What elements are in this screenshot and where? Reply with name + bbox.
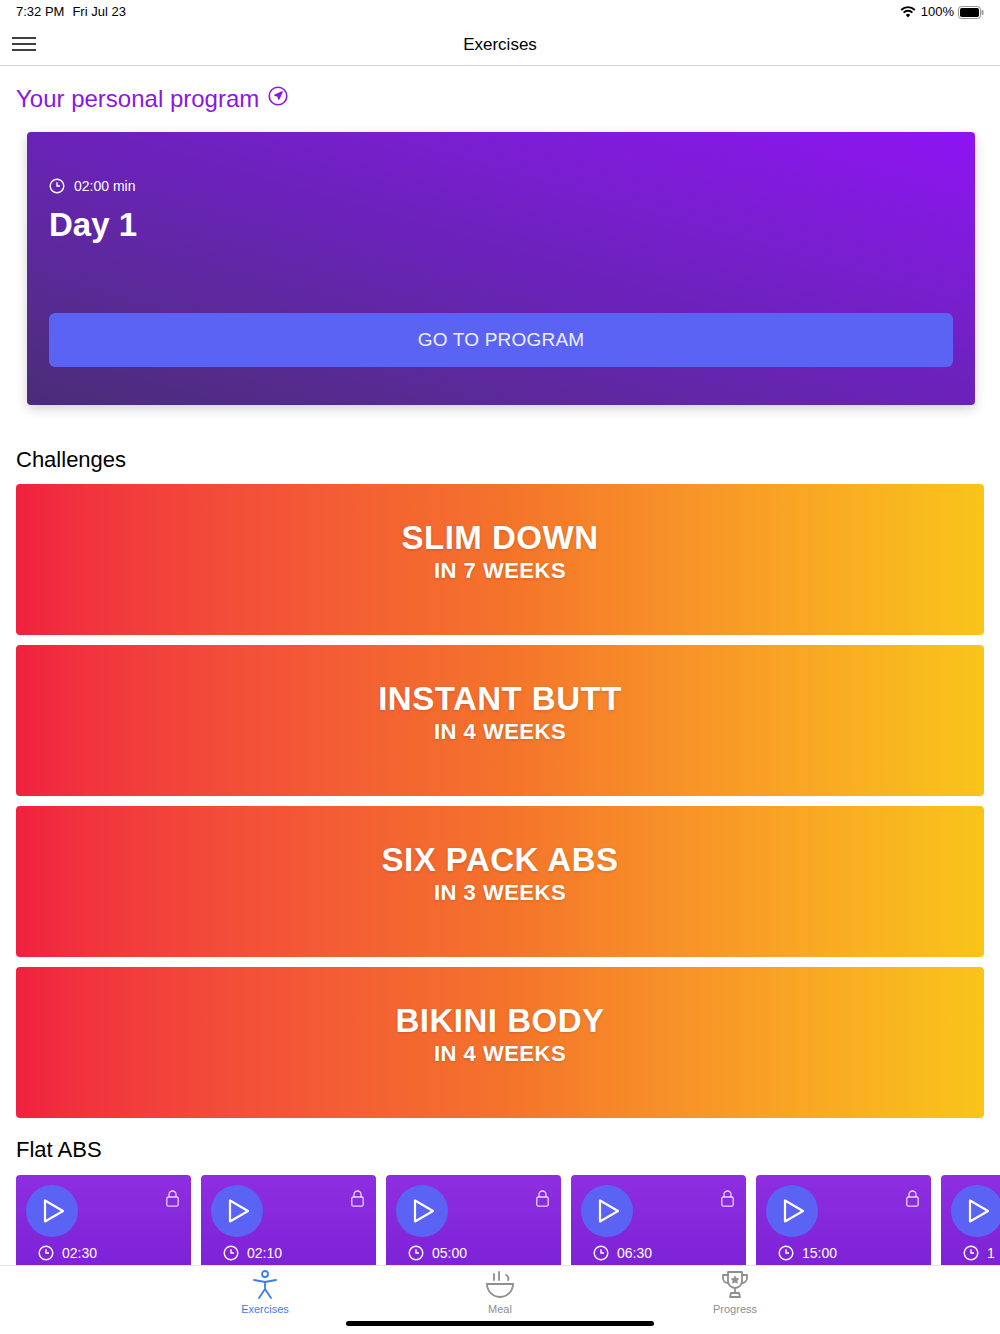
home-indicator xyxy=(346,1321,654,1326)
play-icon xyxy=(41,1197,67,1225)
video-duration-row: 05:00 xyxy=(408,1245,561,1261)
video-duration: 15:00 xyxy=(802,1245,837,1261)
clock-icon xyxy=(778,1245,794,1261)
program-duration: 02:00 min xyxy=(74,178,135,194)
lock-icon xyxy=(720,1189,734,1207)
challenge-subtitle: IN 4 WEEKS xyxy=(434,718,566,746)
content: Your personal program 02:00 min Day 1 GO TO… xyxy=(0,66,1000,1265)
video-duration: 02:30 xyxy=(62,1245,97,1261)
play-icon xyxy=(966,1197,992,1225)
tab-label: Meal xyxy=(488,1303,512,1316)
flat-abs-heading: Flat ABS xyxy=(0,1136,1000,1164)
challenge-subtitle: IN 7 WEEKS xyxy=(434,557,566,585)
nav-title: Exercises xyxy=(463,32,537,58)
video-duration: 06:30 xyxy=(617,1245,652,1261)
program-header: Your personal program xyxy=(0,66,1000,114)
nav-bar: Exercises xyxy=(0,24,1000,66)
challenges-heading: Challenges xyxy=(0,445,1000,475)
video-duration-row: 15:00 xyxy=(778,1245,931,1261)
tab-bar: Exercises Meal Progress xyxy=(0,1265,1000,1334)
video-card[interactable]: 02:10 xyxy=(201,1175,376,1265)
clock-icon xyxy=(38,1245,54,1261)
go-to-program-button[interactable]: GO TO PROGRAM xyxy=(49,313,953,367)
play-button[interactable] xyxy=(26,1185,78,1237)
challenge-title: BIKINI BODY xyxy=(395,1002,604,1040)
exercises-icon xyxy=(250,1270,280,1300)
meal-bowl-icon xyxy=(485,1270,515,1300)
play-button[interactable] xyxy=(211,1185,263,1237)
challenge-card[interactable]: SIX PACK ABSIN 3 WEEKS xyxy=(16,806,984,957)
status-right: 100% xyxy=(899,2,984,22)
play-button[interactable] xyxy=(396,1185,448,1237)
challenge-title: SIX PACK ABS xyxy=(381,841,618,879)
clock-icon xyxy=(223,1245,239,1261)
battery-percent: 100% xyxy=(921,2,954,22)
status-bar: 7:32 PM Fri Jul 23 100% xyxy=(0,0,1000,24)
challenge-subtitle: IN 3 WEEKS xyxy=(434,879,566,907)
clock-icon xyxy=(963,1245,979,1261)
video-duration-row: 1 xyxy=(963,1245,1000,1261)
play-icon xyxy=(226,1197,252,1225)
video-duration: 05:00 xyxy=(432,1245,467,1261)
clock-icon xyxy=(408,1245,424,1261)
challenges-list: SLIM DOWNIN 7 WEEKSINSTANT BUTTIN 4 WEEK… xyxy=(0,484,1000,1118)
video-row: 02:30 02:10 05:00 06:30 15:00 1 xyxy=(0,1175,1000,1265)
compass-icon xyxy=(267,85,289,107)
battery-icon xyxy=(958,5,984,19)
challenge-card[interactable]: INSTANT BUTTIN 4 WEEKS xyxy=(16,645,984,796)
video-card[interactable]: 02:30 xyxy=(16,1175,191,1265)
video-card[interactable]: 1 xyxy=(941,1175,1000,1265)
play-button[interactable] xyxy=(766,1185,818,1237)
video-duration: 02:10 xyxy=(247,1245,282,1261)
lock-icon xyxy=(165,1189,179,1207)
challenge-card[interactable]: BIKINI BODYIN 4 WEEKS xyxy=(16,967,984,1118)
video-card[interactable]: 05:00 xyxy=(386,1175,561,1265)
challenge-card[interactable]: SLIM DOWNIN 7 WEEKS xyxy=(16,484,984,635)
challenge-title: SLIM DOWN xyxy=(402,519,599,557)
video-duration-row: 02:30 xyxy=(38,1245,191,1261)
challenge-subtitle: IN 4 WEEKS xyxy=(434,1040,566,1068)
video-duration-row: 06:30 xyxy=(593,1245,746,1261)
program-day: Day 1 xyxy=(49,205,953,245)
program-duration-row: 02:00 min xyxy=(49,178,953,194)
play-icon xyxy=(411,1197,437,1225)
status-date: Fri Jul 23 xyxy=(72,2,125,22)
clock-icon xyxy=(49,178,65,194)
lock-icon xyxy=(350,1189,364,1207)
lock-icon xyxy=(905,1189,919,1207)
play-button[interactable] xyxy=(581,1185,633,1237)
challenge-title: INSTANT BUTT xyxy=(378,680,622,718)
hamburger-icon xyxy=(12,36,36,52)
video-duration: 1 xyxy=(987,1245,995,1261)
menu-button[interactable] xyxy=(12,34,36,54)
play-icon xyxy=(596,1197,622,1225)
video-duration-row: 02:10 xyxy=(223,1245,376,1261)
status-time: 7:32 PM xyxy=(16,2,64,22)
play-button[interactable] xyxy=(951,1185,1000,1237)
trophy-icon xyxy=(720,1270,750,1300)
program-card: 02:00 min Day 1 GO TO PROGRAM xyxy=(27,132,975,405)
lock-icon xyxy=(535,1189,549,1207)
clock-icon xyxy=(593,1245,609,1261)
video-card[interactable]: 15:00 xyxy=(756,1175,931,1265)
video-card[interactable]: 06:30 xyxy=(571,1175,746,1265)
tab-label: Exercises xyxy=(241,1303,289,1316)
status-left: 7:32 PM Fri Jul 23 xyxy=(16,2,126,22)
wifi-icon xyxy=(899,5,917,19)
play-icon xyxy=(781,1197,807,1225)
program-heading: Your personal program xyxy=(16,84,259,114)
tab-label: Progress xyxy=(713,1303,757,1316)
